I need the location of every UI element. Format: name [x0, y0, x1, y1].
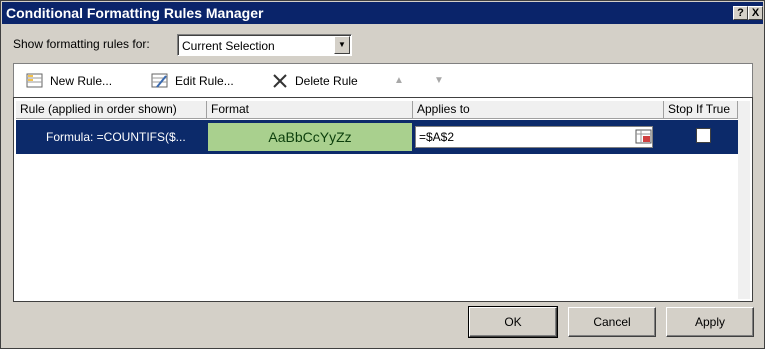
column-header-rule[interactable]: Rule (applied in order shown) — [16, 101, 207, 119]
delete-x-icon — [273, 74, 287, 88]
move-down-arrow-icon[interactable]: ▼ — [434, 72, 448, 90]
applies-to-value: =$A$2 — [419, 130, 455, 144]
list-scrollbar[interactable] — [738, 101, 750, 299]
show-rules-dropdown[interactable]: Current Selection ▼ — [177, 34, 352, 56]
new-rule-label: New Rule... — [50, 74, 113, 88]
show-rules-label: Show formatting rules for: — [13, 37, 150, 51]
rules-list: Rule (applied in order shown) Format App… — [13, 97, 753, 302]
column-header-applies-to[interactable]: Applies to — [413, 101, 664, 119]
edit-rule-icon — [151, 73, 168, 88]
delete-rule-label: Delete Rule — [295, 74, 358, 88]
applies-to-input[interactable]: =$A$2 — [415, 126, 653, 148]
stop-if-true-checkbox[interactable] — [696, 128, 711, 143]
ok-button[interactable]: OK — [468, 306, 558, 338]
format-preview: AaBbCcYyZz — [208, 123, 412, 151]
cancel-button[interactable]: Cancel — [568, 307, 656, 337]
column-header-stop-if-true[interactable]: Stop If True — [664, 101, 738, 119]
table-row[interactable]: Formula: =COUNTIFS($... AaBbCcYyZz =$A$2 — [16, 120, 738, 154]
chevron-down-icon[interactable]: ▼ — [334, 36, 350, 54]
edit-rule-button[interactable]: Edit Rule... — [151, 72, 251, 90]
window-title: Conditional Formatting Rules Manager — [6, 5, 264, 21]
rules-toolbar: New Rule... Edit Rule... Delete Rule ▲ ▼ — [13, 63, 753, 97]
help-button[interactable]: ? — [733, 6, 748, 20]
apply-button[interactable]: Apply — [666, 307, 754, 337]
delete-rule-button[interactable]: Delete Rule — [271, 72, 371, 90]
new-rule-icon — [26, 73, 43, 88]
collapse-dialog-icon[interactable] — [635, 128, 653, 146]
dialog: Conditional Formatting Rules Manager ? X… — [0, 0, 765, 349]
show-rules-selected: Current Selection — [182, 39, 275, 53]
move-up-arrow-icon[interactable]: ▲ — [394, 72, 408, 90]
edit-rule-label: Edit Rule... — [175, 74, 234, 88]
title-bar: Conditional Formatting Rules Manager ? X — [2, 2, 763, 24]
close-button[interactable]: X — [748, 6, 763, 20]
new-rule-button[interactable]: New Rule... — [26, 72, 126, 90]
column-header-format[interactable]: Format — [207, 101, 413, 119]
rule-formula: Formula: =COUNTIFS($... — [46, 130, 186, 144]
